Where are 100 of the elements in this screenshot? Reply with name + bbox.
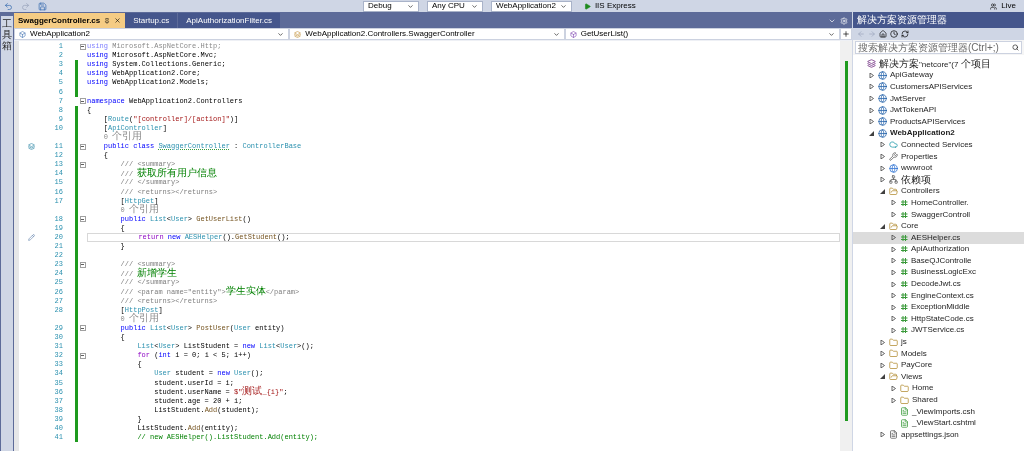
- tree-item[interactable]: PayCore: [853, 359, 1024, 372]
- pencil-icon[interactable]: [27, 234, 35, 241]
- tree-item[interactable]: HttpStateCode.cs: [853, 313, 1024, 325]
- fold-toggle[interactable]: [79, 98, 86, 105]
- tree-item[interactable]: Properties: [853, 150, 1024, 163]
- tree-item[interactable]: BusinessLogicExc: [853, 266, 1024, 279]
- caret-icon[interactable]: [891, 212, 896, 217]
- scrollbar[interactable]: [840, 41, 852, 451]
- caret-icon[interactable]: [891, 397, 896, 403]
- file-tab[interactable]: SwaggerController.cs: [14, 13, 126, 28]
- tree-item[interactable]: wwwroot: [853, 162, 1024, 174]
- caret-icon[interactable]: [880, 177, 885, 183]
- caret-icon[interactable]: [880, 165, 885, 171]
- tree-item[interactable]: CustomersAPIServices: [853, 81, 1024, 93]
- tree-item[interactable]: _ViewStart.cshtml: [853, 417, 1024, 429]
- folder-icon: [889, 349, 898, 359]
- member-dropdown[interactable]: GetUserList(): [564, 28, 840, 40]
- tree-item[interactable]: Home: [853, 382, 1024, 395]
- refresh-icon[interactable]: [901, 30, 909, 38]
- caret-icon[interactable]: [869, 107, 874, 113]
- fold-toggle[interactable]: [79, 43, 86, 50]
- toolbox-tab[interactable]: 工具箱: [1, 16, 13, 451]
- fold-toggle[interactable]: [79, 161, 86, 168]
- caret-icon[interactable]: [869, 72, 874, 78]
- toolbar-dropdown[interactable]: Any CPU: [427, 0, 483, 12]
- hash-icon: [900, 233, 908, 242]
- tree-item[interactable]: SwaggerControll: [853, 208, 1024, 221]
- caret-icon[interactable]: [869, 130, 874, 136]
- toolbar-dropdown[interactable]: Debug: [363, 0, 419, 12]
- tree-item[interactable]: ApiGateway: [853, 69, 1024, 82]
- tree-item[interactable]: DecodeJwt.cs: [853, 278, 1024, 290]
- fold-toggle[interactable]: [79, 325, 86, 332]
- caret-icon[interactable]: [891, 293, 896, 299]
- clock-icon[interactable]: [890, 30, 898, 38]
- tree-item[interactable]: EngineContext.cs: [853, 289, 1024, 302]
- caret-icon[interactable]: [880, 188, 885, 194]
- search-field[interactable]: 搜索解决方案资源管理器(Ctrl+;): [855, 41, 1022, 54]
- caret-icon[interactable]: [891, 200, 896, 206]
- caret-icon[interactable]: [880, 362, 885, 368]
- folder-icon: [889, 360, 898, 370]
- caret-icon[interactable]: [869, 119, 874, 125]
- tree-item[interactable]: Views: [853, 371, 1024, 383]
- caret-icon[interactable]: [880, 339, 885, 345]
- tree-item[interactable]: Shared: [853, 394, 1024, 406]
- tree-item[interactable]: Controllers: [853, 185, 1024, 198]
- tree-item[interactable]: HomeController.: [853, 197, 1024, 209]
- caret-icon[interactable]: [891, 246, 896, 252]
- share-button[interactable]: Live: [986, 0, 1020, 12]
- folder-icon: [889, 186, 898, 196]
- tree-item[interactable]: ProductsAPIServices: [853, 115, 1024, 128]
- tree-item[interactable]: appsettings.json: [853, 429, 1024, 441]
- save-icon[interactable]: [38, 1, 47, 11]
- file-tab[interactable]: ApiAuthorizationFilter.cs: [178, 13, 281, 28]
- caret-icon[interactable]: [880, 223, 885, 229]
- tree-item[interactable]: Connected Services: [853, 139, 1024, 151]
- tree-item[interactable]: WebApplication2: [853, 127, 1024, 140]
- caret-icon[interactable]: [869, 96, 874, 102]
- toolbar-dropdown[interactable]: WebApplication2: [491, 0, 572, 12]
- tree-item[interactable]: _ViewImports.csh: [853, 405, 1024, 418]
- caret-icon[interactable]: [880, 154, 885, 160]
- settings-icon[interactable]: [840, 16, 848, 25]
- caret-icon[interactable]: [880, 351, 885, 357]
- caret-icon[interactable]: [869, 84, 874, 90]
- tree-item[interactable]: AESHelper.cs: [853, 231, 1024, 244]
- tree-item[interactable]: 解决方案"netcore"(7 个项目: [853, 58, 1024, 70]
- tree-item[interactable]: ApiAuthorization: [853, 243, 1024, 256]
- fold-toggle[interactable]: [79, 261, 86, 268]
- caret-icon[interactable]: [891, 304, 896, 310]
- tree-item[interactable]: 依赖项: [853, 173, 1024, 186]
- caret-icon[interactable]: [891, 281, 896, 287]
- caret-icon[interactable]: [880, 432, 885, 438]
- pin-icon[interactable]: [104, 17, 111, 24]
- tree-item[interactable]: ExceptionMiddle: [853, 301, 1024, 314]
- tree-item[interactable]: JWTService.cs: [853, 324, 1024, 337]
- search-icon[interactable]: [1012, 44, 1019, 51]
- caret-icon[interactable]: [891, 258, 896, 264]
- tree-item[interactable]: js: [853, 336, 1024, 348]
- home-icon[interactable]: [879, 30, 887, 38]
- close-icon[interactable]: [114, 17, 122, 24]
- caret-icon[interactable]: [891, 385, 896, 391]
- tree-item[interactable]: Core: [853, 220, 1024, 232]
- fold-toggle[interactable]: [79, 143, 86, 150]
- caret-icon[interactable]: [891, 327, 896, 333]
- caret-icon[interactable]: [880, 142, 885, 148]
- caret-icon[interactable]: [891, 316, 896, 322]
- caret-icon[interactable]: [880, 374, 885, 380]
- tree-item[interactable]: JwtTokenAPI: [853, 104, 1024, 116]
- tree-item[interactable]: JwtServer: [853, 92, 1024, 105]
- caret-icon[interactable]: [891, 270, 896, 275]
- panel-title: 解决方案资源管理器: [853, 12, 1024, 28]
- run-button[interactable]: IIS Express: [579, 0, 640, 12]
- tree-item[interactable]: BaseQJControlle: [853, 255, 1024, 267]
- project-dropdown[interactable]: WebApplication2: [14, 28, 290, 40]
- tree-item[interactable]: Models: [853, 347, 1024, 360]
- fold-toggle[interactable]: [79, 352, 86, 359]
- fold-toggle[interactable]: [79, 216, 86, 223]
- class-dropdown[interactable]: WebApplication2.Controllers.SwaggerController: [289, 28, 565, 40]
- caret-icon[interactable]: [891, 235, 896, 241]
- file-tab[interactable]: Startup.cs: [125, 13, 178, 28]
- hash-icon: [900, 291, 908, 300]
